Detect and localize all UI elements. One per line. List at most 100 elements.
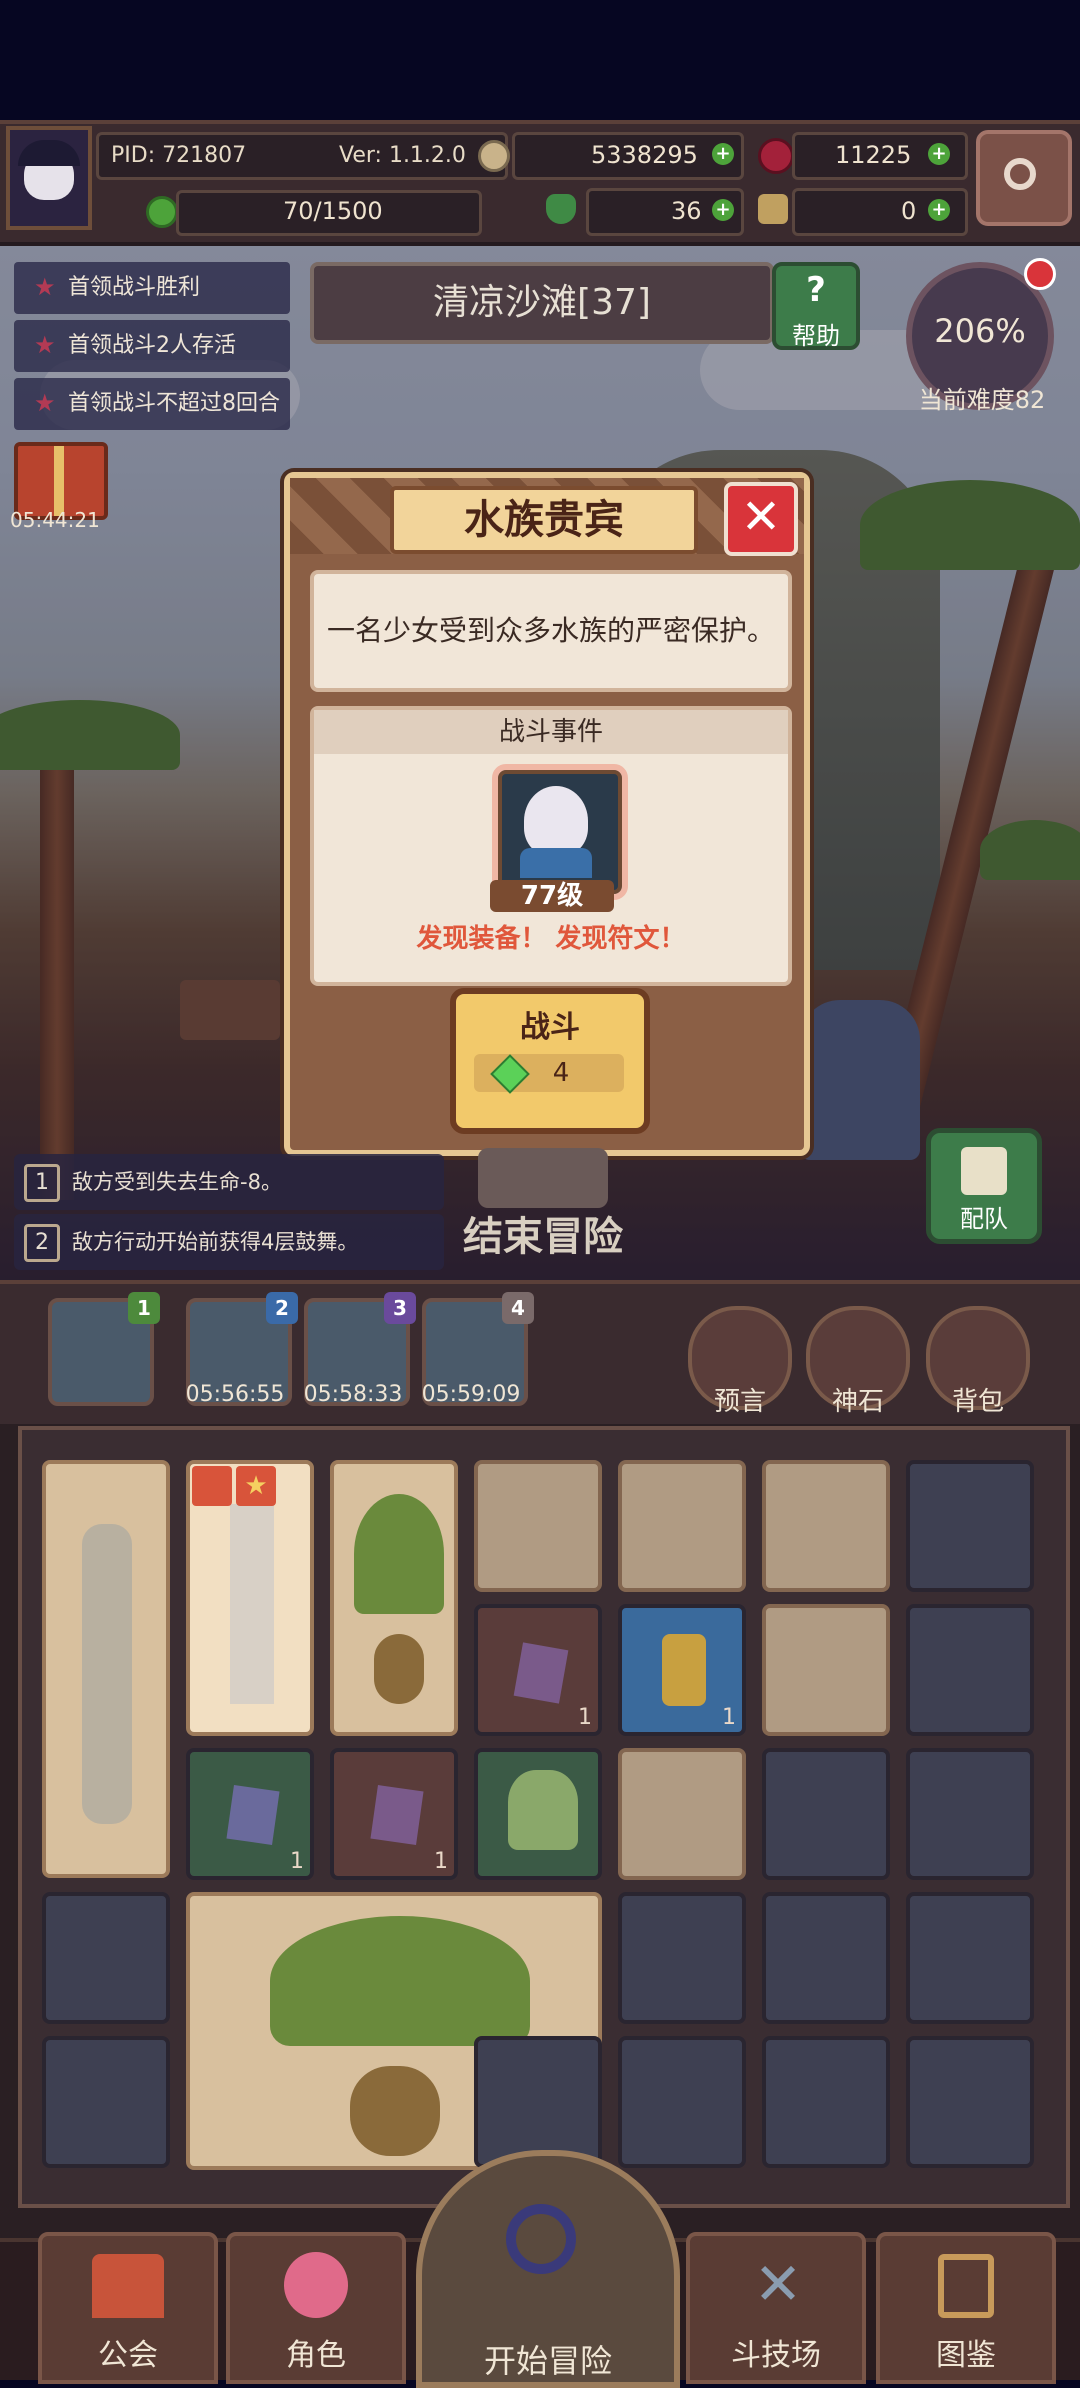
grid-item-chest[interactable] xyxy=(618,1748,746,1880)
grid-cell[interactable] xyxy=(762,1748,890,1880)
grid-item-stone-pillar[interactable] xyxy=(42,1460,170,1878)
level-title: 清凉沙滩[37] xyxy=(310,262,774,344)
grid-cell[interactable] xyxy=(906,1748,1034,1880)
grid-item-blue-gem[interactable]: 1 xyxy=(186,1748,314,1880)
character-slot[interactable]: 1 xyxy=(48,1292,160,1406)
energy-gem-icon xyxy=(490,1054,530,1094)
quest-item: ★ 首领战斗不超过8回合 xyxy=(14,378,290,430)
grid-cell[interactable] xyxy=(906,2036,1034,2168)
reward-text: 发现装备！ 发现符文！ xyxy=(416,924,686,954)
grid-cell[interactable] xyxy=(906,1892,1034,2024)
quest-item: ★ 首领战斗2人存活 xyxy=(14,320,290,372)
grid-cell[interactable] xyxy=(762,1892,890,2024)
ruby-gem-icon xyxy=(758,138,794,174)
crossed-swords-icon: ✕ xyxy=(753,2250,803,2318)
slot-timer: 05:58:33 xyxy=(303,1382,403,1407)
nav-guild[interactable]: 公会 xyxy=(38,2232,218,2384)
godstone-button[interactable]: 神石 xyxy=(806,1306,910,1417)
slot-bar xyxy=(0,1280,1080,1424)
equipment-badge-icon xyxy=(192,1466,232,1506)
add-key-icon[interactable]: + xyxy=(928,199,950,221)
clover-amount: 36 xyxy=(671,197,702,225)
book-icon xyxy=(938,2254,994,2318)
add-gold-icon[interactable]: + xyxy=(712,143,734,165)
grid-cell[interactable] xyxy=(618,2036,746,2168)
fight-button[interactable]: 战斗 4 xyxy=(450,988,650,1134)
grid-cell[interactable] xyxy=(474,2036,602,2168)
slot-timer: 05:59:09 xyxy=(421,1382,521,1407)
enemy-buff-hint: 2 敌方行动开始前获得4层鼓舞。 xyxy=(14,1214,444,1270)
enemy-level: 77级 xyxy=(490,880,614,912)
close-button[interactable]: ✕ xyxy=(724,482,798,556)
key-amount: 0 xyxy=(901,197,917,225)
prophecy-button[interactable]: 预言 xyxy=(688,1306,792,1417)
grid-cell[interactable] xyxy=(42,2036,170,2168)
gem-amount: 11225 xyxy=(835,141,912,169)
grid-item-purple-gem[interactable]: 1 xyxy=(474,1604,602,1736)
grid-cell[interactable] xyxy=(906,1604,1034,1736)
fight-cost: 4 xyxy=(474,1054,624,1094)
grid-cell[interactable] xyxy=(42,1892,170,2024)
dialog-title: 水族贵宾 xyxy=(390,486,698,554)
grid-item-crystal-pillar[interactable]: ★ xyxy=(186,1460,314,1736)
gold-coin-icon xyxy=(478,140,510,172)
close-icon: ✕ xyxy=(740,489,782,545)
info-panel: PID: 721807 Ver: 1.1.2.0 xyxy=(96,132,508,180)
star-icon: ★ xyxy=(34,273,56,301)
grid-item-chest[interactable] xyxy=(474,1460,602,1592)
grid-item-character-card[interactable] xyxy=(474,1748,602,1880)
star-icon: ★ xyxy=(34,331,56,359)
enemy-buff-hint: 1 敌方受到失去生命-8。 xyxy=(14,1154,444,1210)
gold-amount: 5338295 xyxy=(591,141,698,169)
start-adventure-button[interactable]: 开始冒险 xyxy=(416,2150,680,2388)
slot-timer: 05:56:55 xyxy=(185,1382,285,1407)
team-label: 配队 xyxy=(960,1205,1008,1233)
character-icon xyxy=(284,2252,348,2318)
add-clover-icon[interactable]: + xyxy=(712,199,734,221)
backpack-button[interactable]: 背包 xyxy=(926,1306,1030,1417)
star-badge-icon: ★ xyxy=(236,1466,276,1506)
clover-icon xyxy=(546,194,576,224)
help-button[interactable]: ? 帮助 xyxy=(772,262,860,350)
energy-icon xyxy=(146,196,178,228)
battle-event-panel: 战斗事件 77级 发现装备！ 发现符文！ xyxy=(310,706,792,986)
grid-item-purple-gem[interactable]: 1 xyxy=(330,1748,458,1880)
help-label: 帮助 xyxy=(792,322,840,350)
gold-panel: 5338295 xyxy=(512,132,744,180)
energy-bar: 70/1500 xyxy=(176,190,482,236)
magnifier-icon xyxy=(506,2204,576,2274)
grid-item-palm-sprout[interactable] xyxy=(330,1460,458,1736)
star-icon: ★ xyxy=(34,389,56,417)
grid-item-pot[interactable] xyxy=(618,1460,746,1592)
exit-arrow-icon xyxy=(478,1148,608,1208)
event-header: 战斗事件 xyxy=(314,710,788,754)
grid-item-shell[interactable] xyxy=(762,1604,890,1736)
grid-cell[interactable] xyxy=(762,1460,890,1592)
grid-item-potion-jar[interactable]: 1 xyxy=(618,1604,746,1736)
alert-dot xyxy=(1024,258,1056,290)
player-id: PID: 721807 xyxy=(111,143,247,168)
key-icon xyxy=(758,194,788,224)
player-avatar[interactable] xyxy=(6,126,92,230)
nav-collection[interactable]: 图鉴 xyxy=(876,2232,1056,2384)
difficulty-percent: 206% xyxy=(934,312,1026,350)
quest-item: ★ 首领战斗胜利 xyxy=(14,262,290,314)
end-adventure-button[interactable]: 结束冒险 xyxy=(458,1148,628,1260)
team-icon xyxy=(961,1147,1007,1195)
grid-cell[interactable] xyxy=(906,1460,1034,1592)
grid-cell[interactable] xyxy=(762,2036,890,2168)
team-button[interactable]: 配队 xyxy=(926,1128,1042,1244)
game-version: Ver: 1.1.2.0 xyxy=(339,143,466,168)
nav-character[interactable]: 角色 xyxy=(226,2232,406,2384)
question-icon: ? xyxy=(806,270,826,310)
guild-icon xyxy=(92,2254,164,2318)
nav-arena[interactable]: ✕ 斗技场 xyxy=(686,2232,866,2384)
add-gem-icon[interactable]: + xyxy=(928,143,950,165)
energy-value: 70/1500 xyxy=(283,197,383,225)
end-adventure-label: 结束冒险 xyxy=(463,1214,623,1260)
settings-gear-icon[interactable] xyxy=(976,130,1072,226)
grid-cell[interactable] xyxy=(618,1892,746,2024)
fight-label: 战斗 xyxy=(520,1010,580,1045)
difficulty-label: 当前难度82 xyxy=(918,386,1046,414)
event-description: 一名少女受到众多水族的严密保护。 xyxy=(310,570,792,692)
